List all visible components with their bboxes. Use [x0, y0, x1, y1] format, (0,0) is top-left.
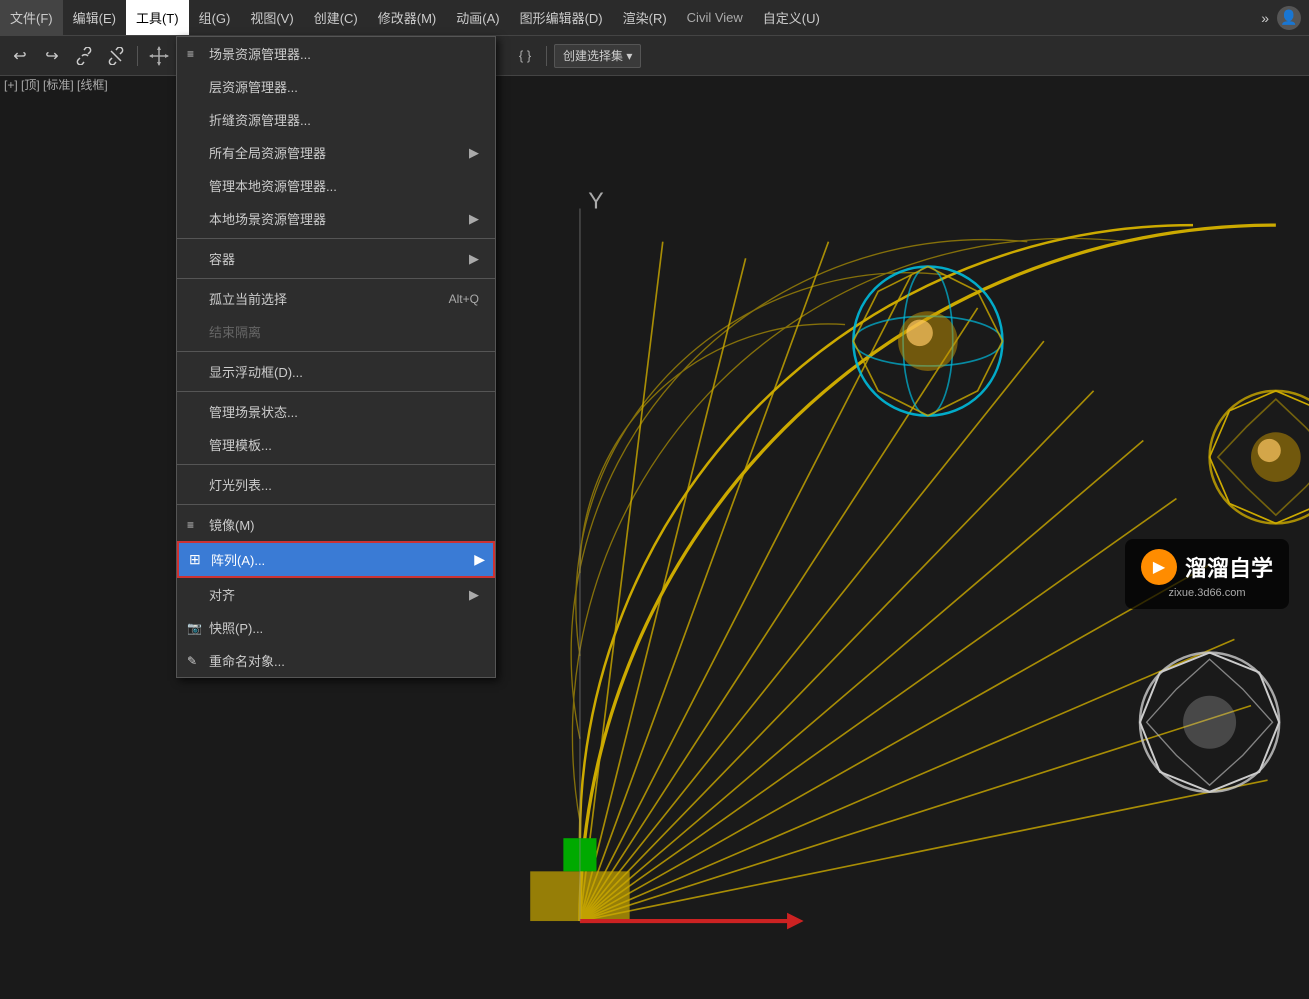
- end-isolate-label: 结束隔离: [209, 322, 261, 341]
- menu-edit[interactable]: 编辑(E): [63, 0, 126, 35]
- menu-light-list[interactable]: 灯光列表...: [177, 468, 495, 501]
- watermark-top: ▶ 溜溜自学: [1141, 549, 1273, 585]
- isolate-shortcut: Alt+Q: [449, 292, 479, 306]
- link-button[interactable]: [70, 42, 98, 70]
- show-float-label: 显示浮动框(D)...: [209, 362, 303, 381]
- sep-1: [177, 238, 495, 239]
- menu-group[interactable]: 组(G): [189, 0, 241, 35]
- local-scene-arrow: ▶: [469, 211, 479, 227]
- menu-graph-editor[interactable]: 图形编辑器(D): [510, 0, 613, 35]
- watermark: ▶ 溜溜自学 zixue.3d66.com: [1125, 539, 1289, 609]
- all-managers-arrow: ▶: [469, 145, 479, 161]
- unlink-icon: [107, 47, 125, 65]
- snapshot-label: 快照(P)...: [209, 618, 263, 637]
- user-avatar-icon[interactable]: 👤: [1277, 6, 1301, 30]
- template-label: 管理模板...: [209, 435, 272, 454]
- play-triangle: ▶: [1153, 557, 1165, 577]
- menu-mirror[interactable]: ≡ 镜像(M): [177, 508, 495, 541]
- layer-manager-label: 层资源管理器...: [209, 77, 298, 96]
- menu-civil-view[interactable]: Civil View: [677, 0, 753, 35]
- local-scene-label: 本地场景资源管理器: [209, 209, 326, 228]
- menu-rename[interactable]: ✎ 重命名对象...: [177, 644, 495, 677]
- redo-button[interactable]: ↪: [38, 42, 66, 70]
- scene-manager-label: 场景资源管理器...: [209, 44, 311, 63]
- sep-6: [177, 504, 495, 505]
- container-arrow: ▶: [469, 251, 479, 267]
- menu-local-scene[interactable]: 本地场景资源管理器 ▶: [177, 202, 495, 235]
- cursor-indicator: ▶: [474, 551, 485, 568]
- mirror-icon: ≡: [187, 518, 194, 532]
- align-arrow: ▶: [469, 587, 479, 603]
- menu-file[interactable]: 文件(F): [0, 0, 63, 35]
- isolate-label: 孤立当前选择: [209, 289, 287, 308]
- menu-tools[interactable]: 工具(T): [126, 0, 189, 35]
- rename-label: 重命名对象...: [209, 651, 285, 670]
- menu-snapshot[interactable]: 📷 快照(P)...: [177, 611, 495, 644]
- array-label: 阵列(A)...: [211, 550, 265, 569]
- watermark-sub-text: zixue.3d66.com: [1168, 587, 1245, 599]
- undo-button[interactable]: ↩: [6, 42, 34, 70]
- menu-isolate[interactable]: 孤立当前选择 Alt+Q: [177, 282, 495, 315]
- menu-crease-manager[interactable]: 折缝资源管理器...: [177, 103, 495, 136]
- toolbar-sep-4: [546, 46, 547, 66]
- menu-animation[interactable]: 动画(A): [446, 0, 509, 35]
- align-label: 对齐: [209, 585, 235, 604]
- move-button[interactable]: [145, 42, 173, 70]
- viewport-label: [+] [顶] [标准] [线框]: [4, 76, 108, 93]
- bracket-button[interactable]: { }: [511, 42, 539, 70]
- snapshot-icon: 📷: [187, 621, 202, 635]
- menu-container[interactable]: 容器 ▶: [177, 242, 495, 275]
- menu-render[interactable]: 渲染(R): [613, 0, 677, 35]
- menu-layer-manager[interactable]: 层资源管理器...: [177, 70, 495, 103]
- watermark-main-text: 溜溜自学: [1185, 551, 1273, 583]
- menu-align[interactable]: 对齐 ▶: [177, 578, 495, 611]
- menu-show-float[interactable]: 显示浮动框(D)...: [177, 355, 495, 388]
- link-icon: [75, 47, 93, 65]
- light-list-label: 灯光列表...: [209, 475, 272, 494]
- menu-array[interactable]: ⊞ 阵列(A)... ▶: [177, 541, 495, 578]
- sep-3: [177, 351, 495, 352]
- menu-bar: 文件(F) 编辑(E) 工具(T) 组(G) 视图(V) 创建(C) 修改器(M…: [0, 0, 1309, 36]
- menu-modifier[interactable]: 修改器(M): [368, 0, 447, 35]
- unlink-button[interactable]: [102, 42, 130, 70]
- menu-more-button[interactable]: »: [1257, 8, 1273, 28]
- menu-all-managers[interactable]: 所有全局资源管理器 ▶: [177, 136, 495, 169]
- svg-text:Y: Y: [588, 188, 603, 214]
- menu-customize[interactable]: 自定义(U): [753, 0, 830, 35]
- create-select-label: 创建选择集: [563, 49, 623, 63]
- create-select-arrow: ▾: [626, 49, 632, 63]
- sep-2: [177, 278, 495, 279]
- menu-template[interactable]: 管理模板...: [177, 428, 495, 461]
- menu-bar-right: » 👤: [1257, 6, 1309, 30]
- sep-5: [177, 464, 495, 465]
- crease-manager-label: 折缝资源管理器...: [209, 110, 311, 129]
- watermark-play-icon: ▶: [1141, 549, 1177, 585]
- menu-view[interactable]: 视图(V): [240, 0, 303, 35]
- menu-create[interactable]: 创建(C): [304, 0, 368, 35]
- menu-end-isolate[interactable]: 结束隔离: [177, 315, 495, 348]
- all-managers-label: 所有全局资源管理器: [209, 143, 326, 162]
- sep-4: [177, 391, 495, 392]
- toolbar-sep-1: [137, 46, 138, 66]
- move-icon: [148, 45, 170, 67]
- array-icon: ⊞: [189, 551, 201, 568]
- menu-scene-manager[interactable]: ≡ 场景资源管理器...: [177, 37, 495, 70]
- container-label: 容器: [209, 249, 235, 268]
- tools-dropdown-menu: ≡ 场景资源管理器... 层资源管理器... 折缝资源管理器... 所有全局资源…: [176, 36, 496, 678]
- menu-manage-local[interactable]: 管理本地资源管理器...: [177, 169, 495, 202]
- scene-manager-icon: ≡: [187, 47, 194, 61]
- rename-icon: ✎: [187, 654, 197, 668]
- manage-local-label: 管理本地资源管理器...: [209, 176, 337, 195]
- menu-scene-state[interactable]: 管理场景状态...: [177, 395, 495, 428]
- create-select-button[interactable]: 创建选择集 ▾: [554, 44, 641, 68]
- scene-state-label: 管理场景状态...: [209, 402, 298, 421]
- mirror-label: 镜像(M): [209, 515, 255, 534]
